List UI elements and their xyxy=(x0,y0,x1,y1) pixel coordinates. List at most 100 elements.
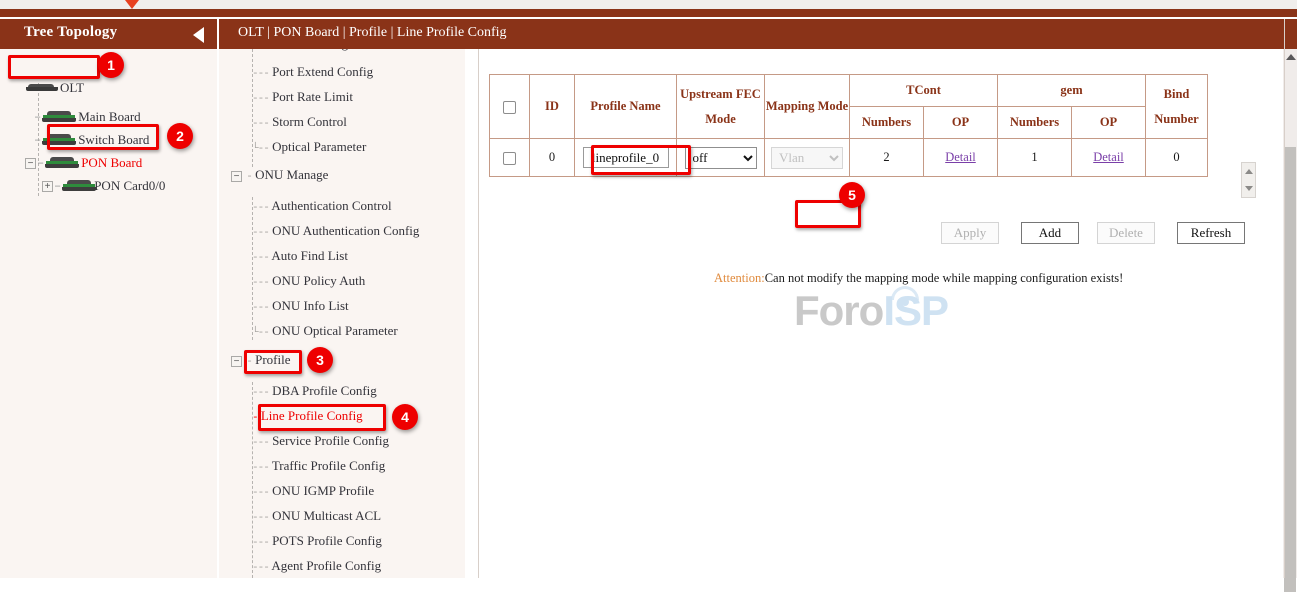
tree-node-olt[interactable]: OLT xyxy=(26,79,84,97)
mapping-mode-select[interactable]: Vlan xyxy=(771,147,843,169)
tree-branch-dash: – xyxy=(37,156,44,170)
nav-item-authentication-control[interactable]: --- Authentication Control xyxy=(252,198,392,216)
nav-item-label: Storm Control xyxy=(272,114,347,129)
nav-expander-minus-icon[interactable]: − xyxy=(231,171,242,182)
nav-item-service-profile-config[interactable]: --- Service Profile Config xyxy=(252,433,389,451)
nav-leaf-dash: --- xyxy=(252,93,269,105)
nav-item-optical-parameter[interactable]: └-- Optical Parameter xyxy=(252,139,366,157)
header-gem: gem xyxy=(998,75,1146,107)
tree-node-pon-board[interactable]: − – PON Board xyxy=(25,154,142,172)
header-tcont: TCont xyxy=(850,75,998,107)
nav-item-onu-policy-auth[interactable]: --- ONU Policy Auth xyxy=(252,273,365,291)
header-profile-name: Profile Name xyxy=(575,75,677,139)
nav-item-pots-profile-config[interactable]: --- POTS Profile Config xyxy=(252,533,382,551)
nav-item-dba-profile-config[interactable]: --- DBA Profile Config xyxy=(252,383,377,401)
line-profile-table-wrapper: ID Profile Name Upstream FEC Mode Mappin… xyxy=(489,74,1259,177)
tree-node-pon-card[interactable]: + – PON Card0/0 xyxy=(42,177,165,195)
nav-leaf-dash: --- xyxy=(252,118,269,130)
gem-detail-link[interactable]: Detail xyxy=(1093,150,1124,164)
annotation-badge-5: 5 xyxy=(839,182,865,208)
nav-content-divider xyxy=(478,49,479,578)
tree-branch-dash: – xyxy=(34,110,41,124)
nav-leaf-dash: --- xyxy=(252,387,269,399)
nav-item-label: ONU Manage xyxy=(255,167,328,182)
nav-item-label: ONU Info List xyxy=(272,298,349,313)
nav-item-label: DBA Profile Config xyxy=(272,383,377,398)
cell-profile-name xyxy=(575,139,677,177)
nav-item-agent-profile-config[interactable]: --- Agent Profile Config xyxy=(252,558,381,576)
nav-item-clipped[interactable]: --- Port Config xyxy=(267,49,348,54)
tree-node-label: PON Board xyxy=(79,155,142,171)
nav-leaf-dash: --- xyxy=(252,302,269,314)
tree-node-main-board[interactable]: – Main Board xyxy=(34,108,141,126)
tree-expander-minus-icon[interactable]: − xyxy=(25,158,36,169)
nav-item-label: Optical Parameter xyxy=(272,139,366,154)
tree-node-label: PON Card0/0 xyxy=(92,178,165,194)
nav-leaf-dash: --- xyxy=(252,487,269,499)
nav-item-label: Service Profile Config xyxy=(272,433,389,448)
nav-item-profile[interactable]: − - Profile xyxy=(231,352,291,370)
nav-item-traffic-profile-config[interactable]: --- Traffic Profile Config xyxy=(252,458,385,476)
nav-item-auto-find-list[interactable]: --- Auto Find List xyxy=(252,248,348,266)
breadcrumb-text: OLT | PON Board | Profile | Line Profile… xyxy=(238,25,507,41)
nav-leaf-dash: --- xyxy=(252,277,269,289)
nav-item-label: ONU Optical Parameter xyxy=(272,323,398,338)
watermark: ForoISP xyxy=(794,287,948,335)
tcont-detail-link[interactable]: Detail xyxy=(945,150,976,164)
nav-expander-minus-icon[interactable]: − xyxy=(231,356,242,367)
board-device-icon xyxy=(42,111,76,123)
nav-item-port-rate-limit[interactable]: --- Port Rate Limit xyxy=(252,89,353,107)
annotation-badge-2: 2 xyxy=(167,123,193,149)
nav-item-onu-authentication-config[interactable]: --- ONU Authentication Config xyxy=(252,223,419,241)
nav-item-onu-manage[interactable]: − - ONU Manage xyxy=(231,167,328,185)
upstream-fec-mode-select[interactable]: off xyxy=(685,147,757,169)
tree-branch-dash: – xyxy=(54,179,61,193)
nav-item-label: Agent Profile Config xyxy=(271,558,381,573)
navigation-scrollbar-thumb[interactable] xyxy=(1284,147,1296,592)
nav-leaf-dash: └-- xyxy=(252,327,269,339)
nav-item-onu-info-list[interactable]: --- ONU Info List xyxy=(252,298,349,316)
scroll-down-arrow-icon[interactable] xyxy=(1245,186,1253,191)
delete-button[interactable]: Delete xyxy=(1097,222,1155,244)
scroll-up-arrow-icon[interactable] xyxy=(1286,54,1296,60)
add-button[interactable]: Add xyxy=(1021,222,1079,244)
profile-name-input[interactable] xyxy=(583,147,669,168)
scroll-up-arrow-icon[interactable] xyxy=(1245,169,1253,174)
nav-item-onu-igmp-profile[interactable]: --- ONU IGMP Profile xyxy=(252,483,374,501)
nav-leaf-dash: --- xyxy=(267,49,284,52)
table-row-scrollbar[interactable] xyxy=(1241,162,1256,198)
tree-branch-dash: – xyxy=(34,133,41,147)
nav-item-label: Authentication Control xyxy=(271,198,391,213)
nav-branch-dash: - xyxy=(246,356,252,368)
row-select-cell xyxy=(490,139,530,177)
nav-item-label: ONU Policy Auth xyxy=(272,273,365,288)
nav-item-port-extend-config[interactable]: --- Port Extend Config xyxy=(252,64,373,82)
nav-item-onu-optical-parameter[interactable]: └-- ONU Optical Parameter xyxy=(252,323,398,341)
tree-expander-plus-icon[interactable]: + xyxy=(42,181,53,192)
refresh-button[interactable]: Refresh xyxy=(1177,222,1245,244)
nav-item-onu-multicast-acl[interactable]: --- ONU Multicast ACL xyxy=(252,508,381,526)
header-bind-line1: Bind xyxy=(1146,87,1207,102)
olt-device-icon xyxy=(26,83,58,93)
collapse-left-arrow-icon[interactable] xyxy=(193,27,204,43)
nav-item-storm-control[interactable]: --- Storm Control xyxy=(252,114,347,132)
row-checkbox[interactable] xyxy=(503,152,516,165)
nav-branch-dash: - xyxy=(246,171,252,183)
nav-item-label: Port Rate Limit xyxy=(272,89,353,104)
navigation-scrollbar[interactable] xyxy=(1283,49,1297,578)
header-bind-number: Bind Number xyxy=(1146,75,1208,139)
watermark-part-a: Foro xyxy=(794,287,883,334)
cell-id: 0 xyxy=(530,139,575,177)
tree-node-switch-board[interactable]: – Switch Board xyxy=(34,131,149,149)
header-tcont-numbers: Numbers xyxy=(850,107,924,139)
nav-leaf-dash: --- xyxy=(252,562,269,574)
navigation-tree: --- Port Config --- Port Extend Config -… xyxy=(219,49,465,578)
apply-button[interactable]: Apply xyxy=(941,222,999,244)
select-all-checkbox[interactable] xyxy=(503,101,516,114)
line-profile-table: ID Profile Name Upstream FEC Mode Mappin… xyxy=(489,74,1208,177)
red-triangle-down-icon xyxy=(125,0,139,9)
table-header-row-1: ID Profile Name Upstream FEC Mode Mappin… xyxy=(490,75,1208,107)
nav-leaf-dash: - xyxy=(252,412,258,424)
nav-item-label: ONU IGMP Profile xyxy=(272,483,374,498)
nav-item-line-profile-config[interactable]: - Line Profile Config xyxy=(252,408,363,426)
